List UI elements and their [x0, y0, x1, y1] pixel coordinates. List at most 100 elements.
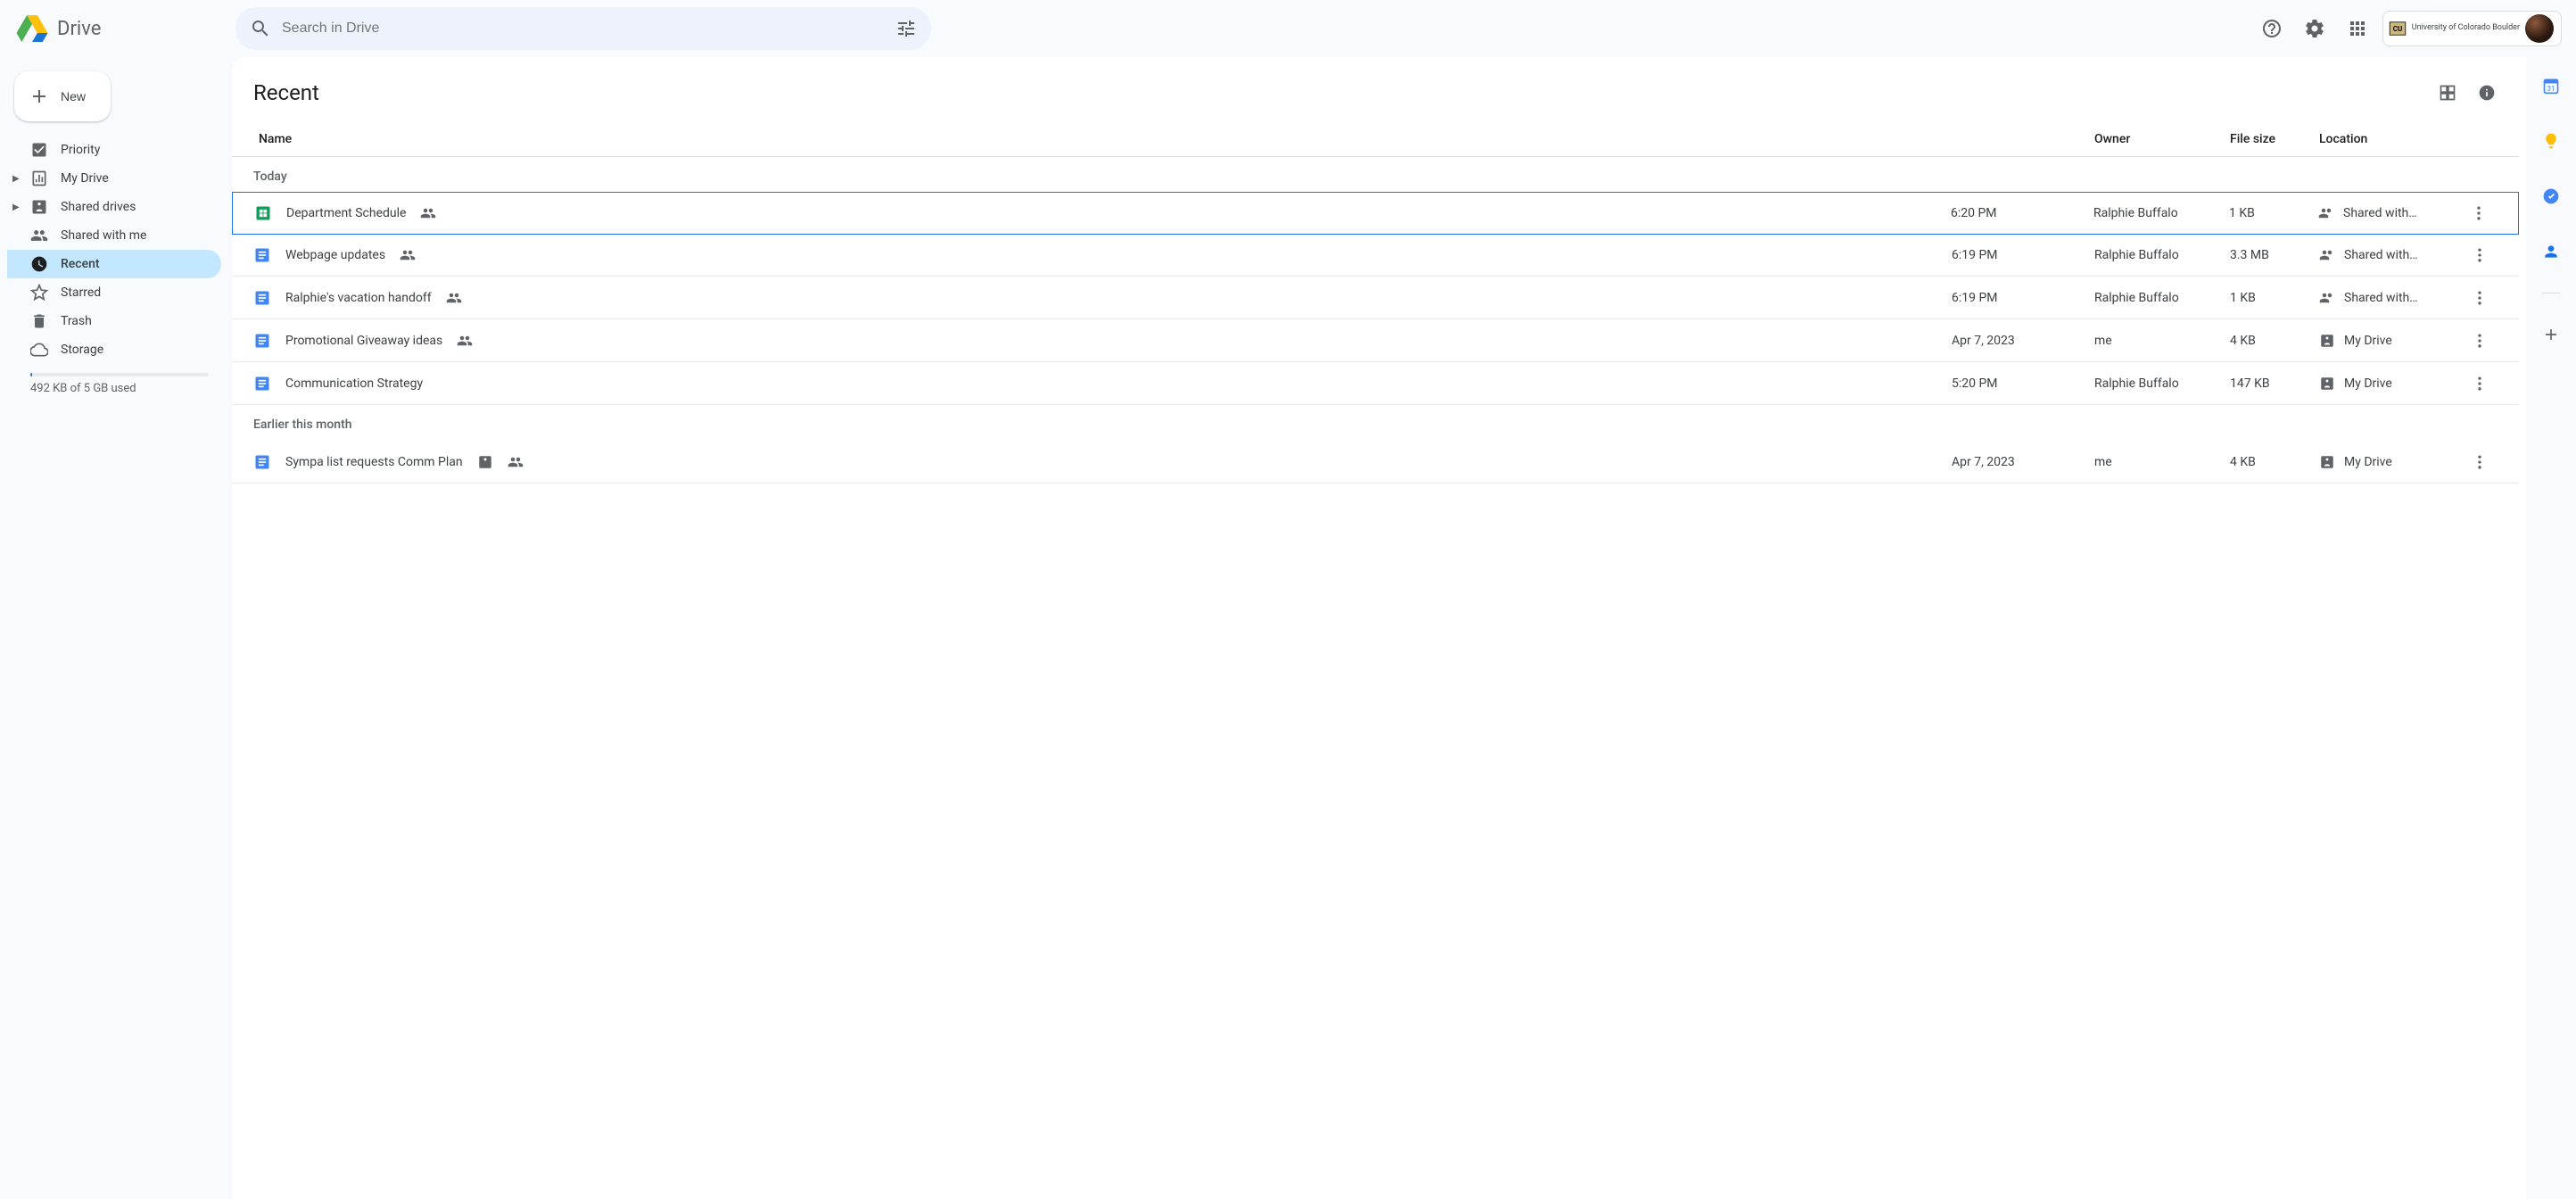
apps-button[interactable]: [2340, 11, 2375, 46]
file-owner: Ralphie Buffalo: [2094, 376, 2230, 391]
file-location[interactable]: My Drive: [2319, 333, 2462, 349]
tune-icon: [896, 18, 917, 39]
file-row[interactable]: Sympa list requests Comm Plan Apr 7, 2023…: [232, 441, 2519, 484]
file-name: Ralphie's vacation handoff: [285, 291, 432, 305]
file-owner: Ralphie Buffalo: [2093, 206, 2229, 220]
drive-logo[interactable]: Drive: [14, 11, 228, 46]
support-button[interactable]: [2254, 11, 2290, 46]
file-location[interactable]: My Drive: [2319, 454, 2462, 470]
docs-icon: [253, 289, 271, 307]
file-location[interactable]: Shared with…: [2318, 205, 2461, 221]
more-actions-button[interactable]: [2465, 448, 2494, 476]
nav-my-drive[interactable]: ▶ My Drive: [7, 164, 221, 193]
calendar-addon[interactable]: 31: [2533, 68, 2569, 103]
drive-logo-text: Drive: [57, 18, 101, 40]
cloud-icon: [30, 341, 48, 359]
file-location[interactable]: Shared with…: [2319, 247, 2462, 263]
nav-shared-drives[interactable]: ▶ Shared drives: [7, 193, 221, 221]
nav-priority[interactable]: Priority: [7, 136, 221, 164]
file-time: 6:19 PM: [1952, 248, 2094, 262]
grid-view-button[interactable]: [2430, 75, 2465, 111]
file-row[interactable]: Department Schedule6:20 PMRalphie Buffal…: [232, 192, 2519, 235]
info-button[interactable]: [2469, 75, 2505, 111]
file-location[interactable]: Shared with…: [2319, 290, 2462, 306]
more-actions-button[interactable]: [2465, 284, 2494, 312]
new-button[interactable]: New: [14, 71, 111, 121]
docs-icon: [253, 375, 271, 393]
search-input[interactable]: [278, 21, 888, 37]
location-icon: [2319, 454, 2335, 470]
chevron-right-icon[interactable]: ▶: [12, 203, 20, 212]
file-row[interactable]: Webpage updates6:19 PMRalphie Buffalo3.3…: [232, 234, 2519, 277]
settings-button[interactable]: [2297, 11, 2332, 46]
file-size: 4 KB: [2230, 455, 2319, 469]
nav-starred[interactable]: Starred: [7, 278, 221, 307]
file-row[interactable]: Communication Strategy 5:20 PMRalphie Buf…: [232, 362, 2519, 405]
file-size: 4 KB: [2230, 334, 2319, 348]
more-actions-button[interactable]: [2465, 327, 2494, 355]
file-size: 1 KB: [2230, 291, 2319, 305]
account-avatar[interactable]: [2525, 14, 2554, 43]
search-icon: [250, 18, 271, 39]
col-owner[interactable]: Owner: [2094, 132, 2230, 146]
file-name: Promotional Giveaway ideas: [285, 334, 442, 348]
chevron-right-icon[interactable]: ▶: [12, 174, 20, 184]
more-actions-button[interactable]: [2465, 369, 2494, 398]
shared-with-me-icon: [30, 227, 48, 244]
file-name: Communication Strategy: [285, 376, 423, 391]
file-owner: Ralphie Buffalo: [2094, 248, 2230, 262]
sidebar: New Priority ▶ My Drive ▶ Shared drives: [0, 57, 232, 1199]
apps-icon: [2347, 18, 2368, 39]
file-row[interactable]: Promotional Giveaway ideasApr 7, 2023me4…: [232, 319, 2519, 362]
file-row[interactable]: Ralphie's vacation handoff6:19 PMRalphie…: [232, 277, 2519, 319]
nav-trash[interactable]: Trash: [7, 307, 221, 335]
col-name[interactable]: Name: [253, 132, 1952, 146]
table-header: Name Owner File size Location: [232, 121, 2519, 157]
grid-icon: [2439, 84, 2456, 102]
info-icon: [2478, 84, 2496, 102]
keep-icon: [2542, 132, 2560, 150]
storage-text: 492 KB of 5 GB used: [7, 382, 232, 395]
docs-icon: [253, 453, 271, 471]
more-actions-button[interactable]: [2465, 199, 2493, 227]
nav-recent[interactable]: Recent: [7, 250, 221, 278]
file-name: Sympa list requests Comm Plan: [285, 455, 463, 469]
org-badge[interactable]: CU University of Colorado Boulder: [2382, 11, 2562, 46]
file-time: Apr 7, 2023: [1952, 455, 2094, 469]
file-location[interactable]: My Drive: [2319, 376, 2462, 392]
shared-icon: [446, 290, 462, 306]
svg-text:CU: CU: [2393, 25, 2403, 33]
location-icon: [2318, 205, 2334, 221]
nav-shared-with-me[interactable]: Shared with me: [7, 221, 221, 250]
contacts-addon[interactable]: [2533, 234, 2569, 269]
org-logo-icon: CU: [2389, 21, 2407, 36]
help-icon: [2261, 18, 2283, 39]
header: Drive CU University of Colorad: [0, 0, 2576, 57]
file-time: 5:20 PM: [1952, 376, 2094, 391]
page-title: Recent: [253, 80, 2430, 105]
header-actions: CU University of Colorado Boulder: [2254, 11, 2562, 46]
search-button[interactable]: [243, 11, 278, 46]
search-options-button[interactable]: [888, 11, 924, 46]
plus-icon: [29, 86, 50, 107]
nav: Priority ▶ My Drive ▶ Shared drives Shar…: [7, 136, 232, 364]
more-actions-button[interactable]: [2465, 241, 2494, 269]
gear-icon: [2304, 18, 2325, 39]
search-bar[interactable]: [235, 7, 931, 50]
tasks-addon[interactable]: [2533, 178, 2569, 214]
shared-icon: [508, 454, 524, 470]
shared-icon: [400, 247, 416, 263]
person-icon: [2542, 243, 2560, 260]
col-size[interactable]: File size: [2230, 132, 2319, 146]
col-location[interactable]: Location: [2319, 132, 2462, 146]
plus-icon: [2542, 326, 2560, 343]
calendar-icon: 31: [2542, 77, 2560, 95]
location-icon: [2319, 247, 2335, 263]
org-name: University of Colorado Boulder: [2412, 24, 2520, 33]
file-size: 1 KB: [2229, 206, 2318, 220]
nav-storage[interactable]: Storage: [7, 335, 221, 364]
drive-badge-icon: [477, 454, 493, 470]
file-name: Department Schedule: [286, 206, 406, 220]
get-addons[interactable]: [2533, 317, 2569, 352]
keep-addon[interactable]: [2533, 123, 2569, 159]
